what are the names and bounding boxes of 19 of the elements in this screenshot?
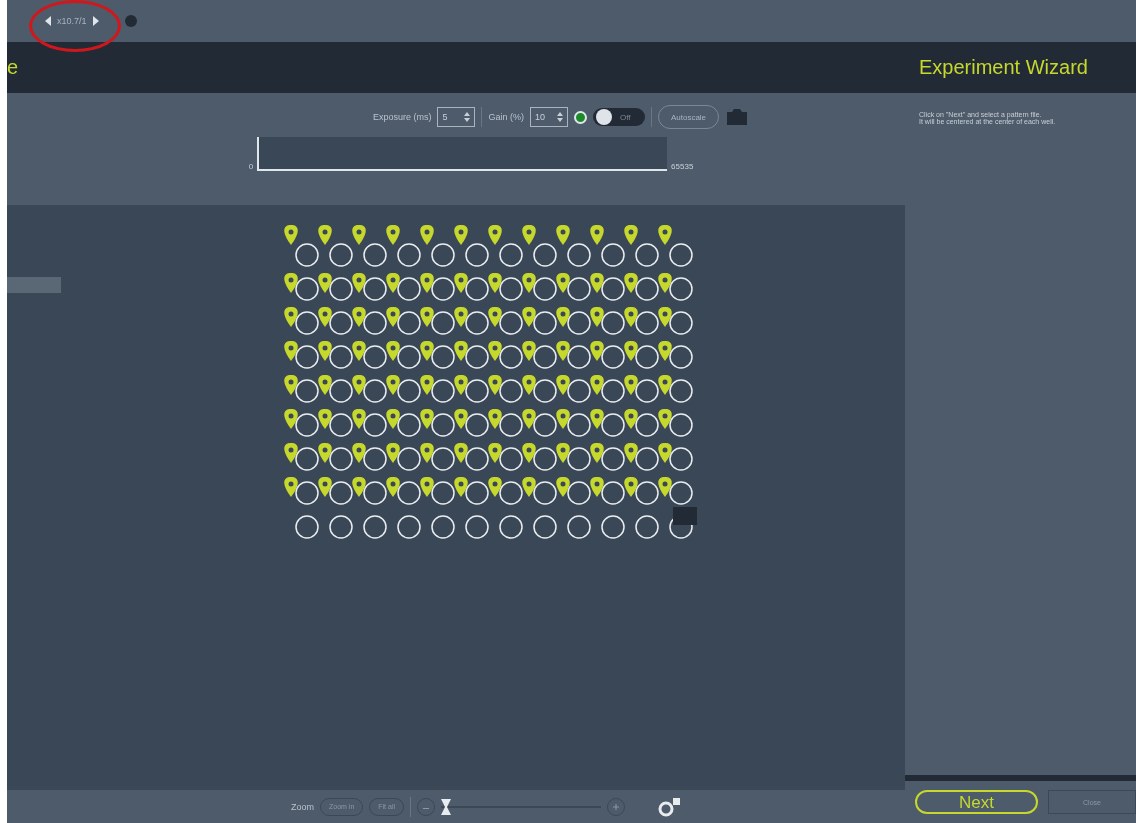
- spinner-arrows-icon[interactable]: [464, 111, 471, 123]
- next-button[interactable]: Next: [915, 790, 1039, 814]
- histogram-min-label: 0: [248, 162, 254, 171]
- exposure-label: Exposure (ms): [372, 112, 432, 122]
- left-arrow-icon[interactable]: [45, 16, 51, 26]
- page-title: e: [7, 56, 19, 79]
- right-arrow-icon[interactable]: [92, 16, 99, 26]
- live-toggle[interactable]: Off: [592, 108, 645, 126]
- counter-label: x10.7/1: [57, 16, 87, 26]
- exposure-field[interactable]: 5: [437, 107, 476, 127]
- gain-field[interactable]: 10: [529, 107, 568, 127]
- zoom-label: Zoom: [290, 801, 314, 812]
- wizard-title: Experiment Wizard: [919, 56, 1088, 79]
- gain-label: Gain (%): [488, 112, 524, 122]
- hourglass-icon[interactable]: [441, 798, 451, 815]
- plus-icon: [613, 803, 619, 810]
- histogram-max-label: 65535: [671, 162, 694, 171]
- minus-icon: [423, 807, 429, 810]
- spinner-arrows-icon[interactable]: [556, 111, 563, 123]
